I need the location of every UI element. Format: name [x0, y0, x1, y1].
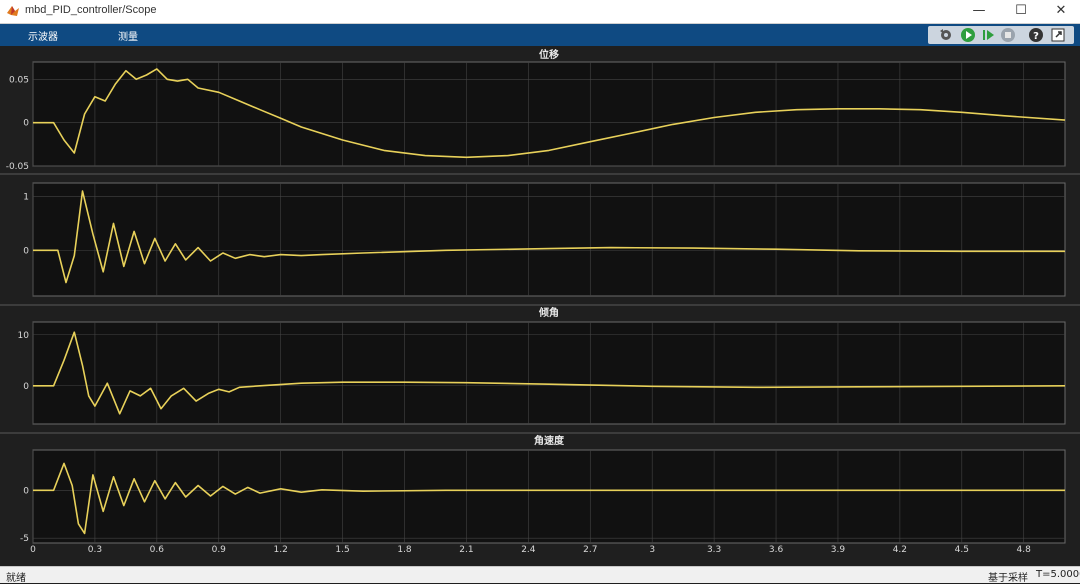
axes-background: [32, 182, 1066, 297]
x-tick-label: 0.3: [88, 545, 102, 555]
axes-background: [32, 321, 1066, 425]
x-tick-label: 2.1: [459, 545, 473, 555]
menu-item-scope[interactable]: 示波器: [28, 28, 58, 43]
x-tick-label: 2.4: [521, 545, 536, 555]
y-tick-label: 0: [23, 246, 29, 256]
stop-icon[interactable]: [1000, 27, 1016, 43]
x-tick-label: 3.3: [707, 545, 721, 555]
svg-text:?: ?: [1033, 31, 1039, 42]
status-time: T=5.0000: [1036, 569, 1080, 580]
step-forward-icon[interactable]: [980, 27, 996, 43]
x-tick-labels: 0 0.3 0.6 0.9 1.2 1.5 1.8 2.1 2.4 2.7 3 3.3 3.6 3.9 4.…: [30, 545, 1031, 555]
scope-panel-4: 0 -5 角速度: [20, 434, 1066, 544]
scope-plot-area: 0.05 0 -0.05 位移 1 0 10 0 倾角 0 -5 角速度 0 0.3 0.6 0.9 1.2 1.…: [0, 46, 1080, 566]
axes-background: [32, 449, 1066, 544]
maximize-button[interactable]: ☐: [1004, 2, 1038, 20]
x-tick-label: 3.6: [769, 545, 784, 555]
panel-title: 位移: [539, 48, 559, 61]
minimize-button[interactable]: —: [962, 2, 996, 20]
y-tick-label: 0: [23, 486, 29, 496]
y-tick-label: -0.05: [6, 162, 29, 172]
scope-panel-2: 10: [23, 182, 1066, 297]
scope-toolstrip: 示波器 测量: [0, 24, 1080, 46]
menu-item-measure[interactable]: 测量: [118, 28, 138, 43]
x-tick-label: 0: [30, 545, 36, 555]
close-button[interactable]: ✕: [1044, 2, 1078, 20]
scope-panel-3: 10 0 倾角: [18, 306, 1066, 425]
panel-title: 倾角: [538, 306, 559, 319]
panel-title: 角速度: [534, 434, 565, 447]
settings-icon[interactable]: [938, 27, 954, 43]
matlab-logo-icon: [7, 6, 19, 16]
y-tick-label: 10: [18, 331, 30, 341]
x-tick-label: 4.8: [1017, 545, 1032, 555]
x-tick-label: 3: [649, 545, 655, 555]
y-tick-label: 1: [23, 192, 29, 202]
x-tick-label: 0.6: [150, 545, 165, 555]
help-icon[interactable]: ?: [1028, 27, 1044, 43]
window-title: mbd_PID_controller/Scope: [25, 4, 157, 16]
scope-figure: 0.050-0.05位移10100倾角0-5角速度0 0.3 0.6 0.9 1.2 1.…: [0, 48, 1080, 555]
x-tick-label: 4.5: [955, 545, 969, 555]
y-tick-label: 0: [23, 382, 29, 392]
x-tick-label: 2.7: [583, 545, 597, 555]
x-tick-label: 4.2: [893, 545, 907, 555]
y-tick-label: -5: [20, 534, 29, 544]
x-tick-label: 1.8: [397, 545, 412, 555]
x-tick-label: 0.9: [212, 545, 227, 555]
scope-panel-1: 0.05 0 -0.05 位移: [6, 48, 1066, 172]
undock-icon[interactable]: [1050, 27, 1066, 43]
x-tick-label: 1.2: [274, 545, 288, 555]
x-tick-label: 1.5: [335, 545, 349, 555]
status-bar: 就绪 基于采样 T=5.0000: [0, 566, 1080, 584]
window-titlebar: mbd_PID_controller/Scope — ☐ ✕: [0, 0, 1080, 24]
run-icon[interactable]: [960, 27, 976, 43]
y-tick-label: 0: [23, 119, 29, 129]
toolbar-button-group: ?: [928, 26, 1074, 44]
x-tick-label: 3.9: [831, 545, 846, 555]
y-tick-label: 0.05: [9, 75, 29, 85]
